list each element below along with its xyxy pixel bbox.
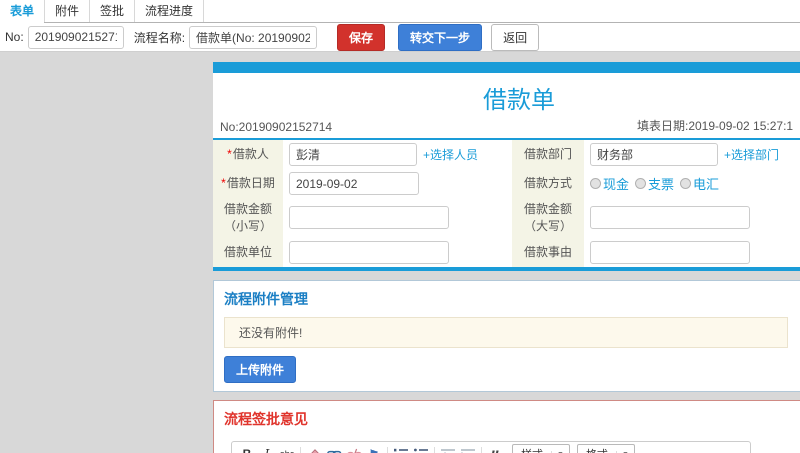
anchor-flag-button[interactable]: ⚑ <box>364 444 384 453</box>
radio-circle-icon <box>635 178 647 189</box>
toolbar-separator <box>387 446 388 453</box>
select-person-link[interactable]: +选择人员 <box>423 146 478 163</box>
unlink-icon <box>346 448 361 453</box>
form-grid: *借款人 +选择人员 借款部门 +选择部门 *借款日期 借款方式 现金 支票 电… <box>213 140 800 267</box>
numbered-list-icon <box>394 448 408 453</box>
tab-progress[interactable]: 流程进度 <box>135 0 205 22</box>
format-dropdown[interactable]: 格式 ▼ <box>576 444 635 453</box>
amount-small-label: 借款金额（小写） <box>213 198 283 238</box>
reason-label: 借款事由 <box>512 237 584 267</box>
bold-icon: B <box>243 447 252 453</box>
outdent-icon <box>441 448 455 453</box>
tab-form[interactable]: 表单 <box>0 0 46 23</box>
save-button[interactable]: 保存 <box>337 23 386 51</box>
form-number: No:20190902152714 <box>220 120 333 134</box>
dept-label: 借款部门 <box>512 140 584 169</box>
toolbar-separator <box>300 446 301 453</box>
flow-name-input[interactable] <box>189 25 318 49</box>
attachments-title: 流程附件管理 <box>224 290 308 307</box>
borrower-field[interactable] <box>289 143 417 166</box>
tab-approval[interactable]: 签批 <box>90 0 136 22</box>
approval-panel: 流程签批意见 B I abc ⚑ <box>213 399 800 453</box>
indent-button[interactable] <box>458 444 478 453</box>
back-button[interactable]: 返回 <box>491 23 540 51</box>
borrow-method-radios: 现金 支票 电汇 <box>590 174 725 193</box>
outdent-button[interactable] <box>438 444 458 453</box>
borrow-reason-field[interactable] <box>590 240 750 264</box>
unlink-button[interactable] <box>344 444 364 453</box>
borrow-date-field[interactable] <box>289 172 419 195</box>
upload-attachment-button[interactable]: 上传附件 <box>224 355 297 383</box>
italic-icon: I <box>265 447 270 453</box>
form-fill-date: 填表日期:2019-09-02 15:27:1 <box>637 119 794 133</box>
required-mark: * <box>221 176 226 191</box>
dept-field[interactable] <box>590 143 718 166</box>
form-meta-row: No:20190902152714 填表日期:2019-09-02 15:27:… <box>213 117 800 138</box>
date-label: * 借款日期 <box>213 169 283 198</box>
indent-icon <box>461 448 475 453</box>
amount-big-label: 借款金额（大写） <box>512 198 584 238</box>
no-input[interactable] <box>27 25 124 49</box>
numbered-list-button[interactable] <box>391 444 411 453</box>
method-label: 借款方式 <box>512 169 584 198</box>
toolbar-separator <box>434 446 435 453</box>
eraser-icon <box>310 448 319 453</box>
editor-toolbar: B I abc ⚑ <box>232 442 750 453</box>
strikethrough-icon: abc <box>280 449 295 453</box>
form-top-bar <box>213 62 800 73</box>
unit-label: 借款单位 <box>213 237 283 267</box>
toolbar-separator <box>481 446 482 453</box>
attachments-panel: 流程附件管理 还没有附件! 上传附件 <box>213 279 800 392</box>
form-bottom-bar <box>213 266 800 271</box>
page-title: 借款单 <box>483 87 555 114</box>
tab-attachments[interactable]: 附件 <box>45 0 91 22</box>
top-header: 表单 附件 签批 流程进度 No: 流程名称: 保存 转交下一步 返回 <box>0 0 800 52</box>
link-button[interactable] <box>324 444 344 453</box>
link-icon <box>326 450 341 453</box>
strikethrough-button[interactable]: abc <box>277 444 297 453</box>
approval-title: 流程签批意见 <box>224 410 308 427</box>
remove-format-button[interactable] <box>304 444 324 453</box>
main-content: 借款单 No:20190902152714 填表日期:2019-09-02 15… <box>213 62 800 453</box>
style-dropdown[interactable]: 样式 ▼ <box>512 444 570 453</box>
amount-big-field[interactable] <box>590 206 750 230</box>
style-dropdown-label: 样式 <box>513 446 551 453</box>
radio-cash[interactable]: 现金 <box>590 174 629 193</box>
bulleted-list-button[interactable] <box>411 444 431 453</box>
flag-icon: ⚑ <box>368 448 380 453</box>
tab-bar: 表单 附件 签批 流程进度 <box>0 0 800 23</box>
action-toolbar: No: 流程名称: 保存 转交下一步 返回 <box>0 23 800 52</box>
flow-name-label: 流程名称: <box>133 30 186 45</box>
next-step-button[interactable]: 转交下一步 <box>398 23 483 51</box>
radio-circle-icon <box>590 178 601 189</box>
required-mark: * <box>227 147 232 162</box>
borrower-label: * 借款人 <box>213 140 283 169</box>
borrow-unit-field[interactable] <box>289 240 449 264</box>
amount-small-field[interactable] <box>289 206 449 230</box>
radio-wire[interactable]: 电汇 <box>680 174 719 193</box>
rich-text-editor: B I abc ⚑ <box>231 440 751 453</box>
no-attachments-notice: 还没有附件! <box>224 316 788 348</box>
blockquote-button[interactable]: ” <box>485 444 505 453</box>
no-label: No: <box>5 30 24 44</box>
radio-check[interactable]: 支票 <box>635 174 674 193</box>
bold-button[interactable]: B <box>237 444 257 453</box>
loan-form-panel: 借款单 No:20190902152714 填表日期:2019-09-02 15… <box>213 62 800 271</box>
format-dropdown-label: 格式 <box>578 446 616 453</box>
bulleted-list-icon <box>414 448 428 453</box>
radio-circle-icon <box>680 178 692 189</box>
blockquote-icon: ” <box>490 446 500 453</box>
select-dept-link[interactable]: +选择部门 <box>724 146 779 163</box>
italic-button[interactable]: I <box>257 444 277 453</box>
